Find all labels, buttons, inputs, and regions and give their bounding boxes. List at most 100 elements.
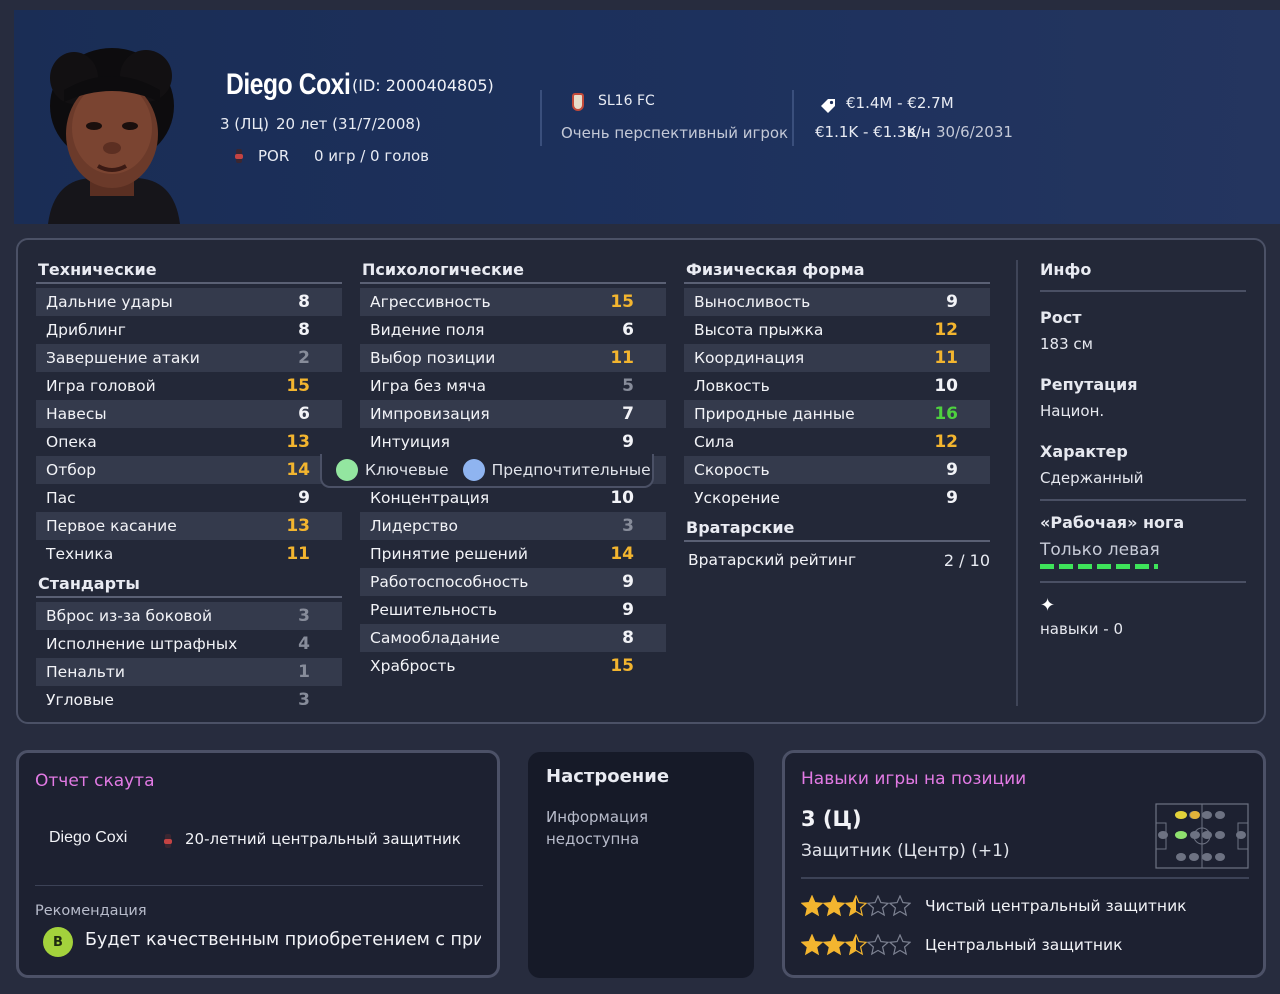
wage-unit: в/н [907, 123, 931, 141]
price-tag-icon [821, 99, 835, 113]
physical-attribute-row[interactable]: Природные данные 16 [684, 400, 990, 428]
technical-attribute-row[interactable]: Пас 9 [36, 484, 342, 512]
mental-attribute-row[interactable]: Импровизация 7 [360, 400, 666, 428]
mental-attribute-row[interactable]: Агрессивность 15 [360, 288, 666, 316]
physical-column: Физическая форма Выносливость 9 Высота пры… [684, 260, 990, 578]
player-age: 20 лет (31/7/2008) [276, 115, 421, 133]
set-piece-attribute-row[interactable]: Угловые 3 [36, 686, 342, 714]
attribute-label: Видение поля [370, 321, 485, 339]
physical-attribute-row[interactable]: Ускорение 9 [684, 484, 990, 512]
info-divider [1016, 260, 1018, 706]
technical-list: Дальние удары 8 Дриблинг 8 Завершение атаки 2… [36, 288, 342, 568]
physical-attribute-row[interactable]: Скорость 9 [684, 456, 990, 484]
attribute-value: 9 [946, 488, 958, 508]
technical-attribute-row[interactable]: Отбор 14 [36, 456, 342, 484]
technical-attribute-row[interactable]: Опека 13 [36, 428, 342, 456]
mental-attribute-row[interactable]: Выбор позиции 11 [360, 344, 666, 372]
attribute-value: 8 [298, 292, 310, 312]
position-code: 3 (Ц) [801, 807, 862, 831]
player-nation[interactable]: POR [258, 147, 289, 165]
scout-player-name: Diego Coxi [49, 829, 128, 846]
player-potential: Очень перспективный игрок [561, 124, 789, 142]
mental-attribute-row[interactable]: Самообладание 8 [360, 624, 666, 652]
attribute-label: Высота прыжка [694, 321, 824, 339]
attribute-value: 6 [298, 404, 310, 424]
attribute-label: Дриблинг [46, 321, 126, 339]
position-panel[interactable]: Навыки игры на позиции 3 (Ц) Защитник (Ц… [782, 750, 1266, 978]
physical-attribute-row[interactable]: Ловкость 10 [684, 372, 990, 400]
attribute-value: 10 [610, 488, 634, 508]
attribute-value: 1 [298, 662, 310, 682]
info-separator [1040, 581, 1246, 583]
mental-attribute-row[interactable]: Концентрация 10 [360, 484, 666, 512]
physical-attribute-row[interactable]: Выносливость 9 [684, 288, 990, 316]
mental-attribute-row[interactable]: Решительность 9 [360, 596, 666, 624]
technical-attribute-row[interactable]: Дриблинг 8 [36, 316, 342, 344]
info-column: Инфо Рост 183 см Репутация Национ. Харак… [1040, 260, 1246, 638]
scout-report-title: Отчет скаута [35, 771, 155, 791]
key-dot-icon [336, 459, 358, 481]
attribute-value: 15 [610, 292, 634, 312]
position-name: Защитник (Центр) (+1) [801, 841, 1010, 861]
set-piece-attribute-row[interactable]: Пенальти 1 [36, 658, 342, 686]
attribute-value: 7 [622, 404, 634, 424]
legend-key: Ключевые [365, 461, 449, 479]
physical-list: Выносливость 9 Высота прыжка 12 Координация 1… [684, 288, 990, 512]
goalkeeper-rating-row[interactable]: Вратарский рейтинг 2 / 10 [684, 542, 990, 578]
role-row[interactable]: Центральный защитник [801, 934, 1123, 956]
height-label: Рост [1040, 308, 1082, 327]
technical-attribute-row[interactable]: Завершение атаки 2 [36, 344, 342, 372]
character-value: Сдержанный [1040, 469, 1144, 487]
player-photo [48, 48, 180, 224]
attribute-label: Исполнение штрафных [46, 635, 238, 653]
attribute-value: 9 [622, 432, 634, 452]
attribute-legend: Ключевые Предпочтительные [320, 454, 654, 488]
attribute-label: Угловые [46, 691, 114, 709]
technical-attribute-row[interactable]: Дальние удары 8 [36, 288, 342, 316]
reputation-value: Национ. [1040, 402, 1105, 420]
sparkle-icon: ✦ [1040, 595, 1056, 616]
info-title: Инфо [1040, 260, 1246, 292]
attribute-label: Игра без мяча [370, 377, 486, 395]
contract-end: 30/6/2031 [936, 123, 1013, 141]
physical-attribute-row[interactable]: Сила 12 [684, 428, 990, 456]
technical-attribute-row[interactable]: Первое касание 13 [36, 512, 342, 540]
foot-value: Только левая [1040, 540, 1160, 560]
preferred-dot-icon [462, 459, 485, 481]
technical-attribute-row[interactable]: Техника 11 [36, 540, 342, 568]
attribute-label: Первое касание [46, 517, 177, 535]
mental-attribute-row[interactable]: Принятие решений 14 [360, 540, 666, 568]
mental-attribute-row[interactable]: Игра без мяча 5 [360, 372, 666, 400]
attribute-label: Храбрость [370, 657, 456, 675]
physical-attribute-row[interactable]: Координация 11 [684, 344, 990, 372]
role-row[interactable]: Чистый центральный защитник [801, 895, 1187, 917]
attribute-label: Импровизация [370, 405, 490, 423]
technical-attribute-row[interactable]: Навесы 6 [36, 400, 342, 428]
attribute-value: 14 [610, 544, 634, 564]
scout-report-panel[interactable]: Отчет скаута Diego Coxi 20-летний центра… [16, 750, 500, 978]
mental-attribute-row[interactable]: Храбрость 15 [360, 652, 666, 680]
attribute-label: Интуиция [370, 433, 450, 451]
mental-attribute-row[interactable]: Интуиция 9 [360, 428, 666, 456]
mental-attribute-row[interactable]: Лидерство 3 [360, 512, 666, 540]
attribute-label: Навесы [46, 405, 107, 423]
skills-count[interactable]: навыки - 0 [1040, 620, 1246, 638]
attribute-value: 2 [298, 348, 310, 368]
set-piece-attribute-row[interactable]: Вброс из-за боковой 3 [36, 602, 342, 630]
technical-title: Технические [36, 260, 342, 284]
star-rating-icon [801, 934, 911, 956]
set-piece-attribute-row[interactable]: Исполнение штрафных 4 [36, 630, 342, 658]
position-separator [801, 877, 1249, 879]
technical-attribute-row[interactable]: Игра головой 15 [36, 372, 342, 400]
foot-indicator [1040, 564, 1158, 569]
mental-attribute-row[interactable]: Видение поля 6 [360, 316, 666, 344]
scout-player-description: 20-летний центральный защитник [185, 830, 461, 848]
attribute-value: 9 [298, 488, 310, 508]
club-name[interactable]: SL16 FC [598, 93, 655, 109]
attribute-value: 4 [298, 634, 310, 654]
attribute-label: Природные данные [694, 405, 855, 423]
player-position: 3 (ЛЦ) [220, 115, 269, 133]
physical-attribute-row[interactable]: Высота прыжка 12 [684, 316, 990, 344]
attribute-label: Сила [694, 433, 735, 451]
mental-attribute-row[interactable]: Работоспособность 9 [360, 568, 666, 596]
